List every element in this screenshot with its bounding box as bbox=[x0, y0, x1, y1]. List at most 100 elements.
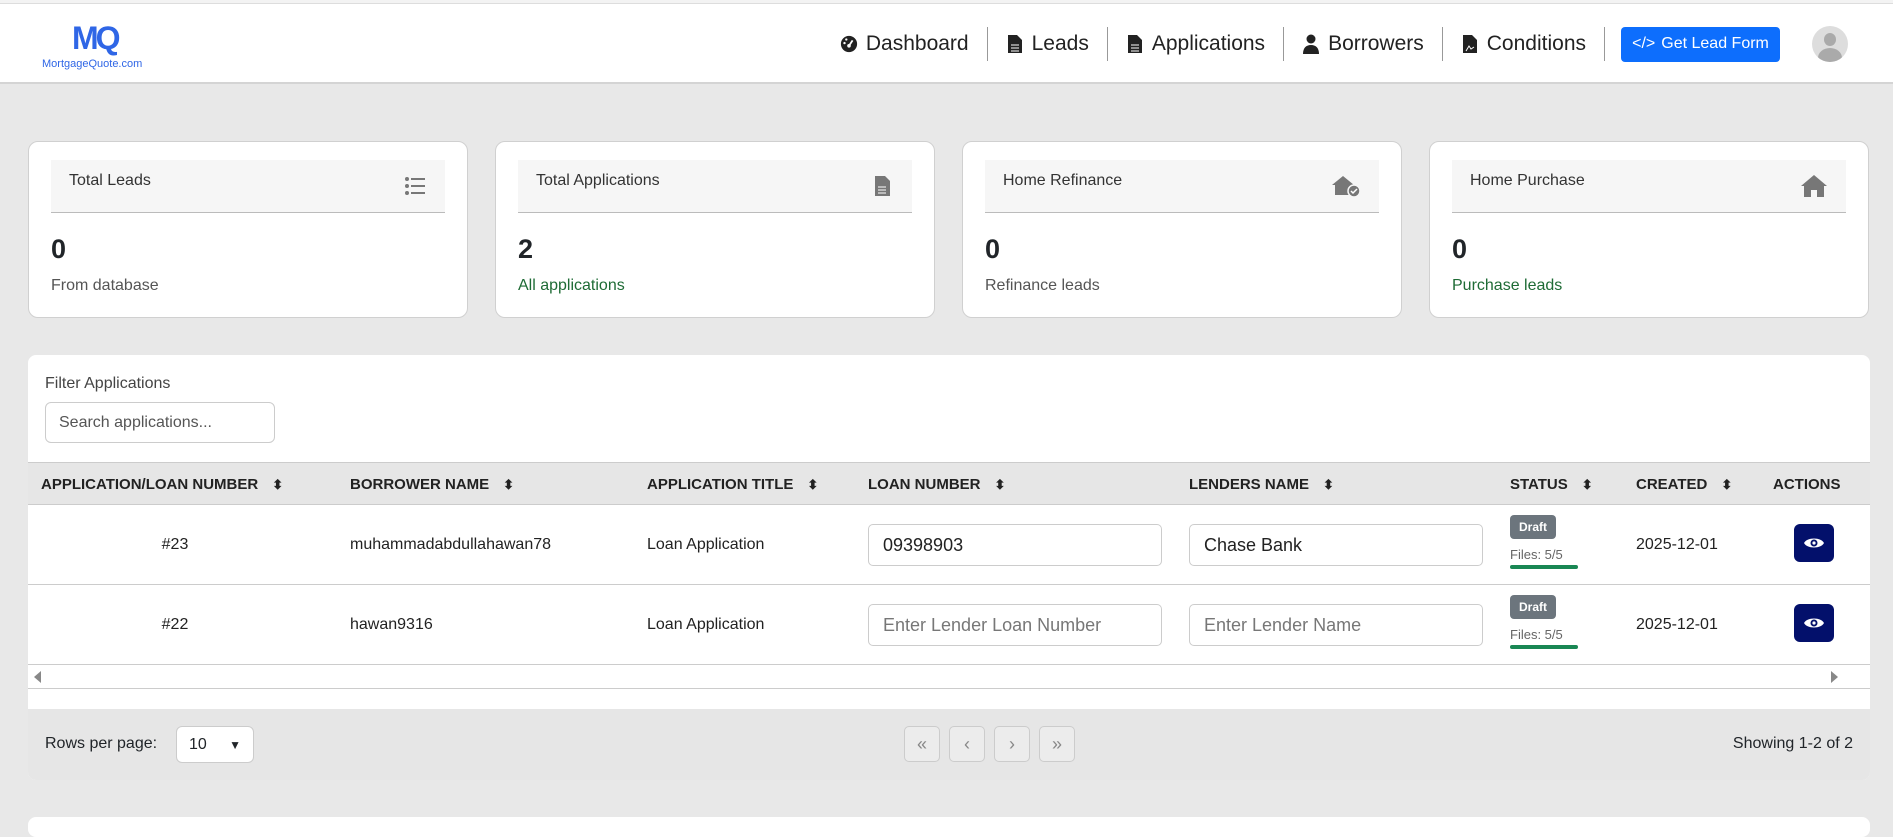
status-badge: Draft bbox=[1510, 595, 1557, 619]
th-application-number[interactable]: APPLICATION/LOAN NUMBER ⬍ bbox=[41, 463, 283, 506]
prev-page-button[interactable]: ‹ bbox=[949, 726, 985, 762]
scroll-right-arrow-icon[interactable] bbox=[1831, 671, 1838, 683]
lender-name-input[interactable] bbox=[1189, 524, 1483, 566]
get-lead-form-button[interactable]: </> Get Lead Form bbox=[1621, 26, 1780, 62]
nav-label: Borrowers bbox=[1328, 32, 1424, 55]
code-icon: </> bbox=[1632, 35, 1656, 52]
header-label: STATUS bbox=[1510, 476, 1568, 493]
card-home-refinance: Home Refinance 0 Refinance leads bbox=[962, 141, 1402, 318]
loan-number-input[interactable] bbox=[868, 604, 1162, 646]
th-lenders-name[interactable]: LENDERS NAME ⬍ bbox=[1189, 463, 1334, 506]
logo-mark: MQ bbox=[72, 20, 121, 56]
table-row: #22 hawan9316 Loan Application Draft Fil… bbox=[28, 585, 1870, 665]
th-status[interactable]: STATUS ⬍ bbox=[1510, 463, 1593, 506]
view-button[interactable] bbox=[1794, 604, 1834, 642]
header-label: LENDERS NAME bbox=[1189, 476, 1310, 493]
button-label: Get Lead Form bbox=[1661, 35, 1769, 52]
application-number: #23 bbox=[161, 536, 189, 553]
files-progress-bar bbox=[1510, 645, 1578, 649]
card-subtitle[interactable]: Purchase leads bbox=[1452, 277, 1562, 295]
nav-borrowers[interactable]: Borrowers bbox=[1284, 27, 1443, 61]
view-button[interactable] bbox=[1794, 524, 1834, 562]
search-input[interactable] bbox=[45, 402, 275, 443]
gauge-icon bbox=[840, 35, 857, 53]
th-loan-number[interactable]: LOAN NUMBER ⬍ bbox=[868, 463, 1005, 506]
nav-applications[interactable]: Applications bbox=[1108, 27, 1285, 61]
nav-leads[interactable]: Leads bbox=[988, 27, 1108, 61]
chevron-down-icon: ▼ bbox=[229, 737, 241, 752]
sort-icon: ⬍ bbox=[1323, 476, 1334, 492]
nav-label: Conditions bbox=[1486, 32, 1586, 55]
card-title: Total Applications bbox=[536, 172, 660, 189]
header-label: BORROWER NAME bbox=[350, 476, 490, 493]
created-date: 2025-12-01 bbox=[1636, 536, 1718, 553]
status-cell: Draft Files: 5/5 bbox=[1510, 515, 1590, 569]
last-page-button[interactable]: » bbox=[1039, 726, 1075, 762]
next-page-button[interactable]: › bbox=[994, 726, 1030, 762]
loan-number-input[interactable] bbox=[868, 524, 1162, 566]
brand-logo[interactable]: MQ MortgageQuote.com bbox=[42, 20, 157, 72]
th-borrower-name[interactable]: BORROWER NAME ⬍ bbox=[350, 463, 514, 506]
nav-conditions[interactable]: Conditions bbox=[1443, 27, 1605, 61]
table-row: #23 muhammadabdullahawan78 Loan Applicat… bbox=[28, 505, 1870, 585]
sort-icon: ⬍ bbox=[1581, 476, 1593, 492]
logo-text: MortgageQuote.com bbox=[42, 58, 143, 70]
header-label: APPLICATION/LOAN NUMBER bbox=[41, 476, 259, 493]
top-navbar: MQ MortgageQuote.com Dashboard Leads App… bbox=[0, 4, 1893, 84]
card-subtitle[interactable]: All applications bbox=[518, 277, 625, 295]
file-pdf-icon bbox=[1462, 35, 1477, 53]
double-chevron-left-icon: « bbox=[916, 733, 927, 754]
filter-label: Filter Applications bbox=[45, 375, 171, 392]
next-panel bbox=[28, 817, 1870, 837]
card-title: Home Purchase bbox=[1470, 172, 1585, 189]
sort-icon: ⬍ bbox=[272, 476, 284, 492]
files-count: Files: 5/5 bbox=[1510, 627, 1563, 642]
header-label: LOAN NUMBER bbox=[868, 476, 981, 493]
home-icon bbox=[1801, 175, 1827, 197]
sort-icon: ⬍ bbox=[1721, 476, 1733, 492]
user-avatar[interactable] bbox=[1812, 26, 1848, 62]
file-icon bbox=[1007, 35, 1022, 53]
th-created[interactable]: CREATED ⬍ bbox=[1636, 463, 1732, 506]
files-count: Files: 5/5 bbox=[1510, 547, 1563, 562]
nav-dashboard[interactable]: Dashboard bbox=[822, 27, 988, 61]
file-icon bbox=[1127, 35, 1142, 53]
lender-name-input[interactable] bbox=[1189, 604, 1483, 646]
card-value: 0 bbox=[51, 234, 67, 264]
select-value: 10 bbox=[189, 735, 207, 753]
eye-icon bbox=[1804, 618, 1824, 628]
sort-icon: ⬍ bbox=[807, 476, 819, 492]
application-title: Loan Application bbox=[647, 536, 765, 553]
nav-label: Dashboard bbox=[865, 32, 969, 55]
pagination-bar: Rows per page: 10 ▼ « ‹ › » Showing 1-2 o… bbox=[28, 709, 1870, 780]
double-chevron-right-icon: » bbox=[1051, 733, 1062, 754]
rows-per-page-select[interactable]: 10 ▼ bbox=[176, 726, 254, 763]
nav-label: Leads bbox=[1031, 32, 1089, 55]
card-value: 0 bbox=[1452, 234, 1468, 264]
application-number: #22 bbox=[161, 616, 189, 633]
borrower-name: hawan9316 bbox=[350, 616, 433, 633]
sort-icon: ⬍ bbox=[994, 476, 1006, 492]
applications-panel: Filter Applications APPLICATION/LOAN NUM… bbox=[28, 355, 1870, 780]
card-value: 0 bbox=[985, 234, 1001, 264]
user-icon bbox=[1303, 34, 1320, 54]
chevron-left-icon: ‹ bbox=[964, 733, 970, 754]
card-total-applications: Total Applications 2 All applications bbox=[495, 141, 935, 318]
rows-per-page-label: Rows per page: bbox=[45, 735, 158, 752]
eye-icon bbox=[1804, 538, 1824, 548]
header-label: APPLICATION TITLE bbox=[647, 476, 794, 493]
card-title: Home Refinance bbox=[1003, 172, 1123, 189]
th-application-title[interactable]: APPLICATION TITLE ⬍ bbox=[647, 463, 818, 506]
files-progress-bar bbox=[1510, 565, 1578, 569]
first-page-button[interactable]: « bbox=[904, 726, 940, 762]
table-header: APPLICATION/LOAN NUMBER ⬍ BORROWER NAME ⬍ … bbox=[28, 462, 1870, 505]
application-title: Loan Application bbox=[647, 616, 765, 633]
card-title: Total Leads bbox=[69, 172, 151, 189]
status-cell: Draft Files: 5/5 bbox=[1510, 595, 1590, 649]
scroll-left-arrow-icon[interactable] bbox=[34, 671, 41, 683]
list-icon bbox=[405, 177, 425, 195]
horizontal-scrollbar[interactable] bbox=[28, 665, 1870, 689]
borrower-name: muhammadabdullahawan78 bbox=[350, 536, 552, 553]
card-subtitle: From database bbox=[51, 277, 159, 294]
file-icon bbox=[875, 176, 890, 196]
